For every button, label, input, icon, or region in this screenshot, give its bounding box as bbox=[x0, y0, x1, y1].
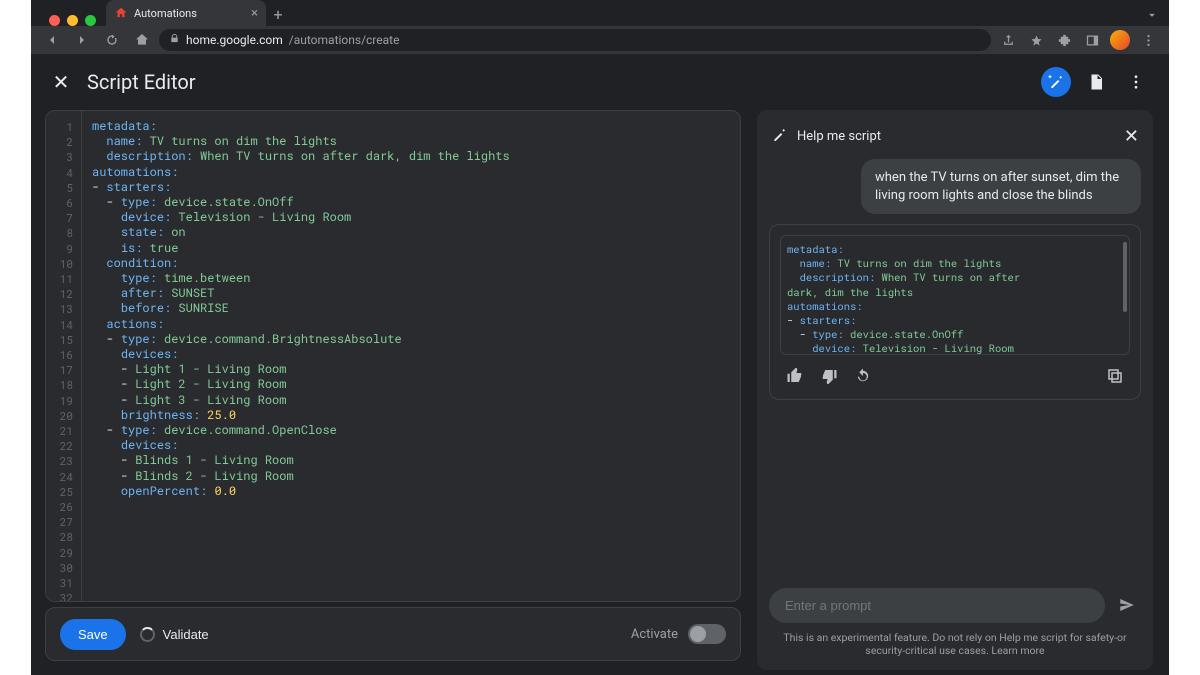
activate-label: Activate bbox=[631, 627, 678, 642]
nav-reload-button[interactable] bbox=[99, 27, 125, 53]
browser-chrome: Automations × + home.google.com/automati… bbox=[31, 0, 1169, 54]
activate-toggle[interactable] bbox=[688, 624, 726, 644]
disclaimer-text: This is an experimental feature. Do not … bbox=[769, 623, 1141, 658]
address-bar[interactable]: home.google.com/automations/create bbox=[159, 29, 991, 51]
magic-wand-button[interactable] bbox=[1041, 67, 1071, 97]
thumbs-down-button[interactable] bbox=[818, 365, 840, 387]
bookmark-icon[interactable] bbox=[1023, 27, 1049, 53]
tab-close-icon[interactable]: × bbox=[251, 6, 258, 21]
prompt-input[interactable] bbox=[769, 588, 1105, 623]
share-icon[interactable] bbox=[995, 27, 1021, 53]
assistant-close-button[interactable]: ✕ bbox=[1124, 126, 1139, 147]
nav-forward-button[interactable] bbox=[69, 27, 95, 53]
window-maximize-icon[interactable] bbox=[85, 15, 96, 26]
regenerate-button[interactable] bbox=[852, 365, 874, 387]
thumbs-up-button[interactable] bbox=[784, 365, 806, 387]
send-button[interactable] bbox=[1113, 591, 1141, 619]
close-editor-button[interactable]: ✕ bbox=[49, 70, 73, 94]
generated-card: metadata: name: TV turns on dim the ligh… bbox=[769, 224, 1141, 400]
nav-home-button[interactable] bbox=[129, 27, 155, 53]
user-message: when the TV turns on after sunset, dim t… bbox=[861, 159, 1141, 214]
page-title: Script Editor bbox=[87, 70, 196, 94]
assistant-title: Help me script bbox=[797, 129, 881, 144]
copy-button[interactable] bbox=[1104, 365, 1126, 387]
more-menu-icon[interactable] bbox=[1121, 67, 1151, 97]
document-icon[interactable] bbox=[1081, 67, 1111, 97]
line-gutter: 1234567891011121314151617181920212223242… bbox=[46, 111, 82, 601]
window-controls bbox=[39, 7, 106, 26]
new-tab-button[interactable]: + bbox=[266, 2, 290, 26]
save-button[interactable]: Save bbox=[60, 619, 126, 650]
browser-menu-icon[interactable] bbox=[1135, 27, 1161, 53]
generated-code[interactable]: metadata: name: TV turns on dim the ligh… bbox=[780, 235, 1130, 355]
wand-icon bbox=[771, 127, 787, 147]
profile-avatar[interactable] bbox=[1107, 27, 1133, 53]
side-panel-icon[interactable] bbox=[1079, 27, 1105, 53]
url-path: /automations/create bbox=[289, 33, 400, 47]
tab-favicon-icon bbox=[114, 6, 128, 20]
window-close-icon[interactable] bbox=[49, 15, 60, 26]
validate-label: Validate bbox=[163, 627, 209, 642]
scrollbar[interactable] bbox=[1123, 242, 1127, 312]
extensions-icon[interactable] bbox=[1051, 27, 1077, 53]
tab-title: Automations bbox=[134, 7, 197, 20]
validate-button[interactable]: Validate bbox=[140, 627, 209, 642]
url-domain: home.google.com bbox=[186, 33, 283, 47]
browser-tab[interactable]: Automations × bbox=[106, 0, 266, 26]
lock-icon bbox=[169, 33, 180, 47]
window-minimize-icon[interactable] bbox=[67, 15, 78, 26]
code-editor[interactable]: 1234567891011121314151617181920212223242… bbox=[45, 110, 741, 602]
tabs-dropdown-icon[interactable] bbox=[1145, 7, 1159, 26]
editor-footer: Save Validate Activate bbox=[45, 607, 741, 661]
code-content[interactable]: metadata: name: TV turns on dim the ligh… bbox=[82, 111, 740, 601]
assistant-panel: Help me script ✕ when the TV turns on af… bbox=[757, 110, 1153, 670]
nav-back-button[interactable] bbox=[39, 27, 65, 53]
spinner-icon bbox=[140, 627, 155, 642]
